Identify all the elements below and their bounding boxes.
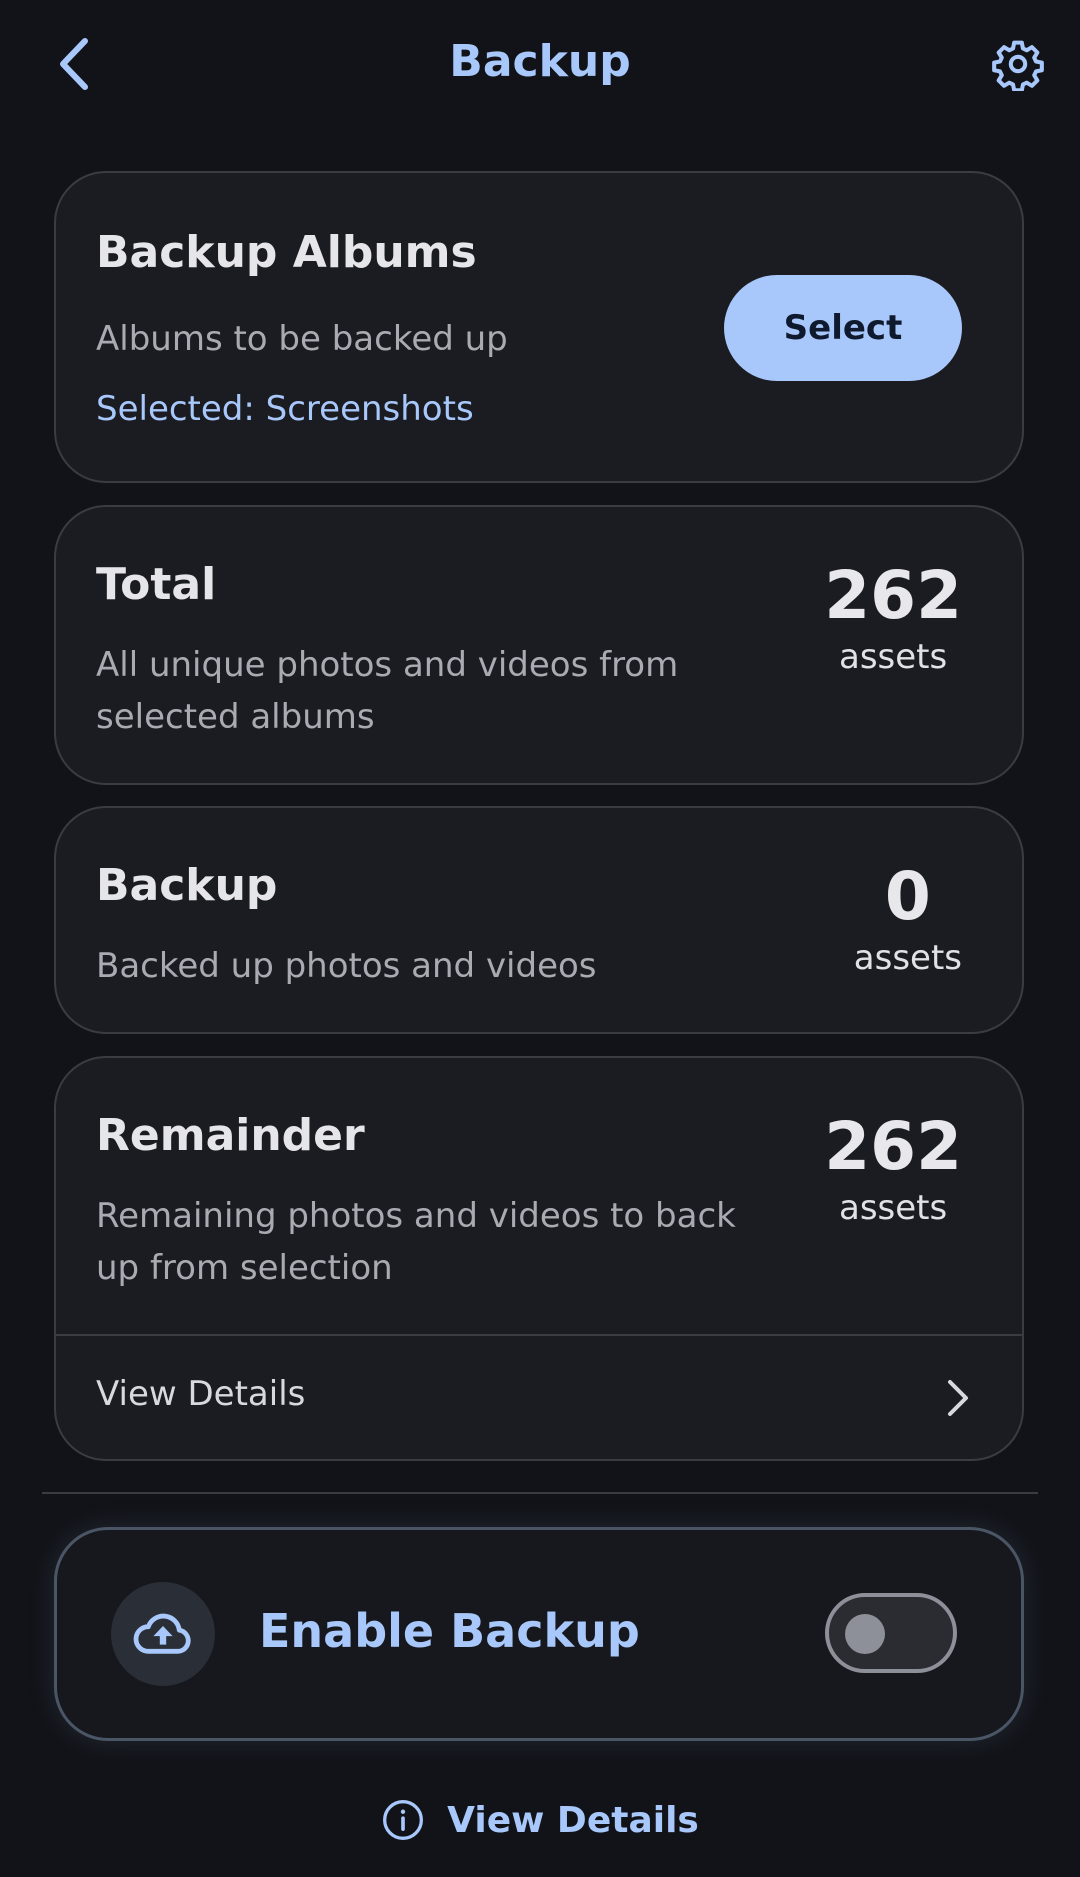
backup-albums-card: Backup Albums Albums to be backed up Sel… (54, 171, 1024, 483)
backup-albums-description: Albums to be backed up (96, 319, 508, 359)
chevron-right-icon (948, 1380, 968, 1416)
info-icon (383, 1800, 424, 1840)
total-title: Total (96, 559, 217, 610)
view-details-label: View Details (447, 1799, 699, 1841)
selected-albums-text: Selected: Screenshots (96, 389, 474, 429)
remainder-unit: assets (838, 1188, 948, 1228)
enable-backup-toggle[interactable] (825, 1593, 957, 1673)
remainder-title: Remainder (96, 1110, 365, 1161)
remainder-view-details-row[interactable]: View Details (56, 1336, 1022, 1462)
backup-title: Backup (96, 860, 278, 911)
top-app-bar: Backup (0, 0, 1080, 130)
enable-backup-label: Enable Backup (259, 1604, 640, 1658)
backup-albums-title: Backup Albums (96, 227, 477, 278)
settings-button[interactable] (988, 34, 1048, 94)
backup-count-block: 0 assets (854, 858, 962, 980)
total-count-block: 262 assets (824, 557, 962, 679)
page-title: Backup (449, 36, 631, 87)
total-count: 262 (824, 557, 962, 634)
backup-card: Backup Backed up photos and videos 0 ass… (54, 806, 1024, 1034)
total-card: Total All unique photos and videos from … (54, 505, 1024, 785)
cloud-upload-icon (133, 1613, 191, 1654)
toggle-knob (845, 1614, 885, 1654)
remainder-card: Remainder Remaining photos and videos to… (54, 1056, 1024, 1461)
total-unit: assets (838, 637, 948, 677)
remainder-view-details-label: View Details (96, 1374, 306, 1414)
enable-backup-card[interactable]: Enable Backup (54, 1527, 1024, 1741)
backup-unit: assets (853, 938, 962, 978)
backup-count: 0 (884, 858, 931, 935)
gear-icon (992, 40, 1044, 91)
cloud-icon-container (111, 1582, 215, 1686)
remainder-count: 262 (824, 1108, 962, 1185)
remainder-description: Remaining photos and videos to back up f… (96, 1190, 736, 1294)
total-description-line2: selected albums (96, 697, 375, 737)
remainder-description-line2: up from selection (96, 1248, 393, 1288)
backup-description: Backed up photos and videos (96, 946, 597, 986)
total-description: All unique photos and videos from select… (96, 639, 678, 743)
select-albums-button[interactable]: Select (724, 275, 962, 381)
view-details-link[interactable]: View Details (0, 1790, 1080, 1850)
remainder-description-line1: Remaining photos and videos to back (96, 1196, 736, 1236)
total-description-line1: All unique photos and videos from (96, 645, 679, 685)
remainder-count-block: 262 assets (824, 1108, 962, 1230)
section-divider (42, 1492, 1038, 1494)
